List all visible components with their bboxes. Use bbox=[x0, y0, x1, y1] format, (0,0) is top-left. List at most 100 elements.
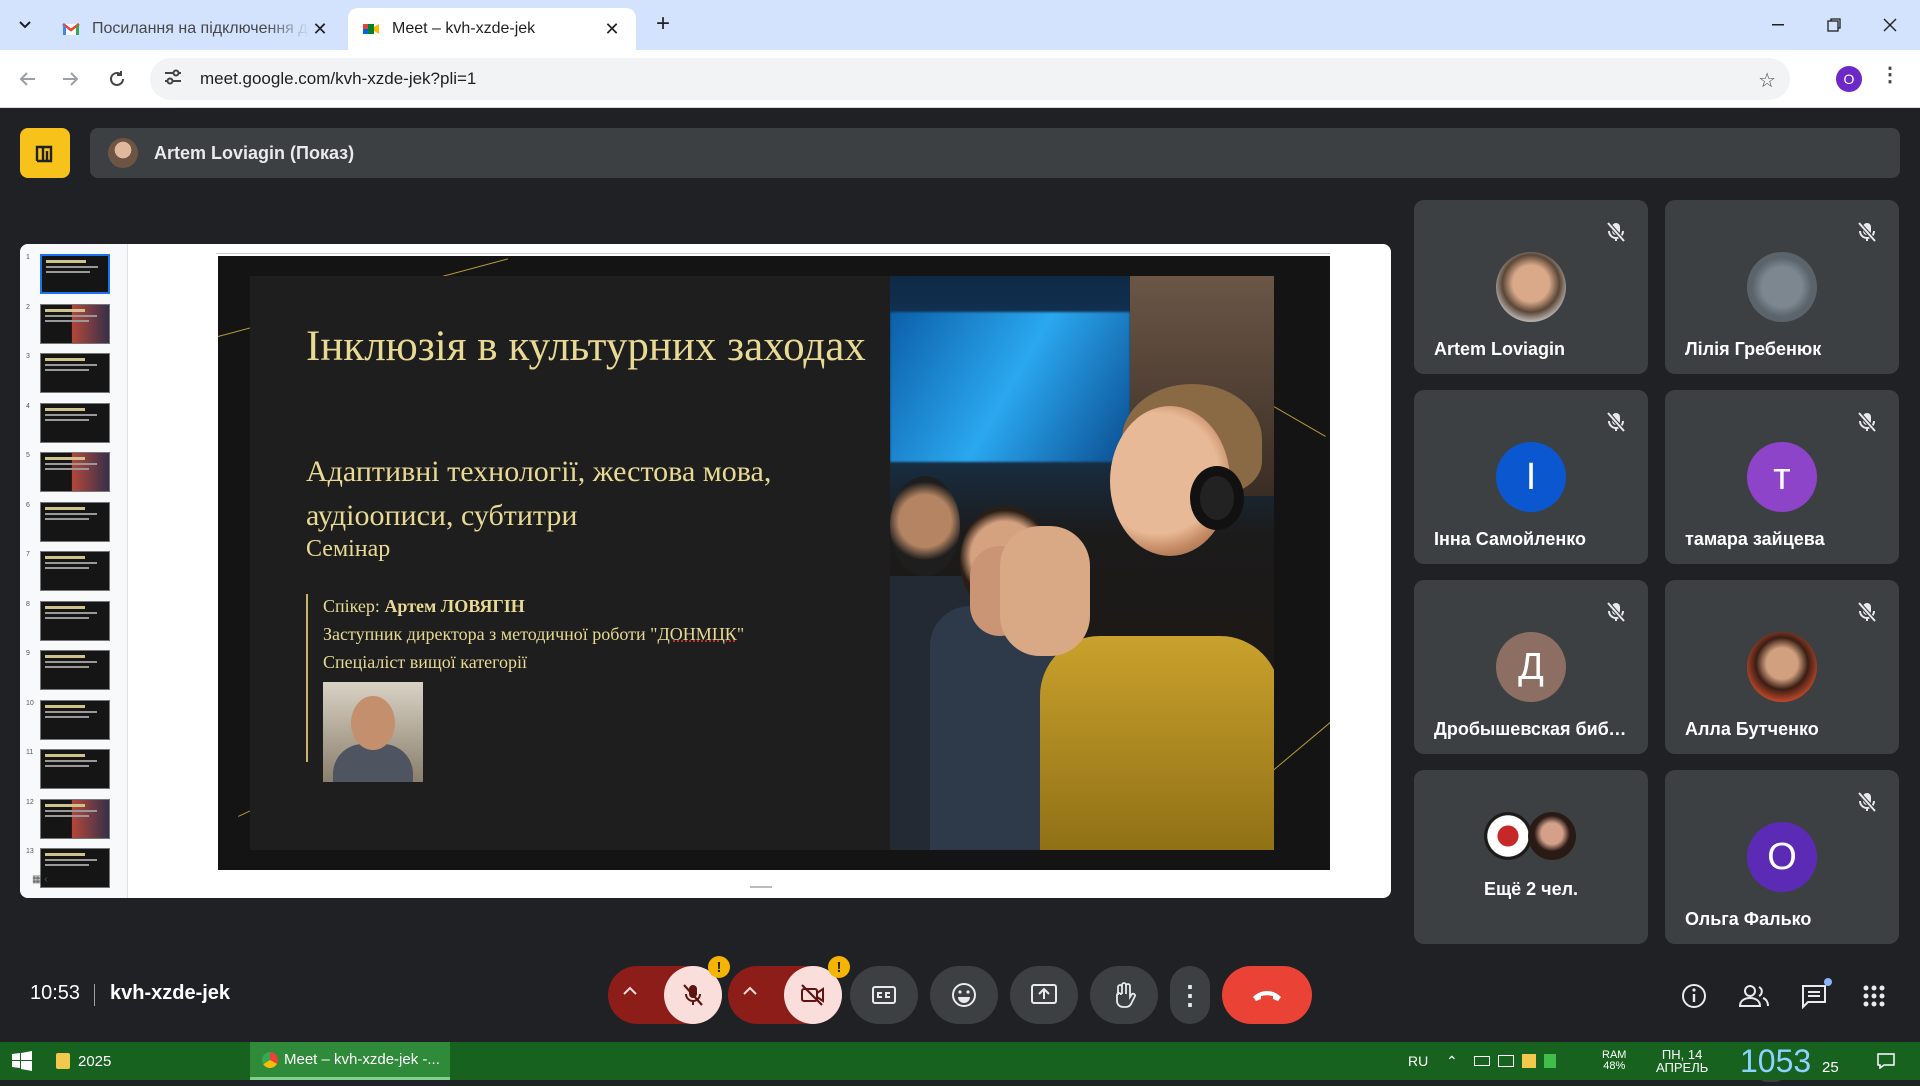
mic-options-chevron-icon[interactable] bbox=[622, 983, 638, 1001]
present-button[interactable] bbox=[1010, 966, 1078, 1024]
participant-tile[interactable]: т тамара зайцева bbox=[1665, 390, 1899, 564]
grid-view-icon[interactable]: ▦ ‹ bbox=[32, 874, 48, 885]
meeting-details-button[interactable] bbox=[1674, 976, 1714, 1016]
reload-button[interactable] bbox=[102, 64, 132, 94]
participant-tile[interactable]: Artem Loviagin bbox=[1414, 200, 1648, 374]
slide-thumbnail[interactable] bbox=[40, 848, 110, 888]
captions-icon bbox=[871, 985, 897, 1005]
restore-button[interactable] bbox=[1812, 8, 1856, 42]
participant-tile[interactable]: Алла Бутченко bbox=[1665, 580, 1899, 754]
participant-tile[interactable]: Ещё 2 чел. bbox=[1414, 770, 1648, 944]
mic-off-icon bbox=[1604, 410, 1628, 434]
apps-grid-icon bbox=[1862, 984, 1886, 1008]
tray-icons[interactable] bbox=[1474, 1042, 1556, 1080]
language-indicator[interactable]: RU bbox=[1408, 1042, 1428, 1080]
slide-thumbnail[interactable] bbox=[40, 254, 110, 294]
participant-name: Artem Loviagin bbox=[1434, 339, 1565, 360]
slide-thumbnail[interactable] bbox=[40, 403, 110, 443]
meet-icon bbox=[362, 20, 380, 38]
camera-options-chevron-icon[interactable] bbox=[742, 983, 758, 1001]
participant-initial: т bbox=[1747, 442, 1817, 512]
meeting-time: 10:53 bbox=[30, 982, 80, 1005]
resize-handle[interactable] bbox=[750, 886, 772, 888]
slide-thumbnail[interactable] bbox=[40, 650, 110, 690]
browser-menu-icon[interactable]: ⋮ bbox=[1880, 62, 1900, 92]
thumbnail-number: 10 bbox=[26, 700, 34, 707]
thumbnail-number: 4 bbox=[26, 403, 30, 410]
captions-button[interactable] bbox=[850, 966, 918, 1024]
slides-icon bbox=[32, 140, 58, 166]
close-icon bbox=[1883, 18, 1897, 32]
clock-big[interactable]: 1053 bbox=[1740, 1042, 1811, 1080]
back-button[interactable] bbox=[12, 64, 42, 94]
tray-chevron-icon[interactable]: ⌃ bbox=[1446, 1042, 1458, 1080]
battery-icon bbox=[1474, 1056, 1490, 1066]
ram-value: 48% bbox=[1603, 1061, 1625, 1072]
slide-thumbnail[interactable] bbox=[40, 502, 110, 542]
app-tray-icon-2 bbox=[1544, 1054, 1556, 1068]
close-tab-icon[interactable]: ✕ bbox=[310, 19, 330, 40]
thumbnail-number: 11 bbox=[26, 749, 33, 756]
minimize-button[interactable] bbox=[1756, 8, 1800, 42]
participant-tile[interactable]: Д Дробышевская библ... bbox=[1414, 580, 1648, 754]
slide-thumbnail[interactable] bbox=[40, 601, 110, 641]
close-tab-icon[interactable]: ✕ bbox=[602, 19, 622, 40]
mic-warning-icon: ! bbox=[708, 956, 730, 978]
close-window-button[interactable] bbox=[1868, 8, 1912, 42]
participant-tile[interactable]: Лілія Гребенюк bbox=[1665, 200, 1899, 374]
slide-thumbnail[interactable] bbox=[40, 749, 110, 789]
new-tab-button[interactable]: + bbox=[650, 12, 676, 38]
people-button[interactable] bbox=[1734, 976, 1774, 1016]
tab-gmail[interactable]: Посилання на підключення до ✕ bbox=[48, 8, 344, 50]
info-icon bbox=[1680, 982, 1708, 1010]
profile-avatar[interactable]: O bbox=[1836, 66, 1862, 92]
reactions-button[interactable] bbox=[930, 966, 998, 1024]
participant-name: Лілія Гребенюк bbox=[1685, 339, 1821, 360]
slide-thumbnail[interactable] bbox=[40, 700, 110, 740]
reload-icon bbox=[108, 70, 126, 88]
windows-icon bbox=[12, 1051, 32, 1071]
participant-initial: Д bbox=[1496, 632, 1566, 702]
site-settings-icon[interactable] bbox=[164, 69, 184, 89]
slide-speaker: Спікер: Артем ЛОВЯГІН Заступник директор… bbox=[323, 592, 744, 676]
slide-thumbnail[interactable] bbox=[40, 799, 110, 839]
slide-thumbnail[interactable] bbox=[40, 452, 110, 492]
tab-meet[interactable]: Meet – kvh-xzde-jek ✕ bbox=[348, 8, 636, 50]
speaker-category: Спеціаліст вищої категорії bbox=[323, 648, 744, 676]
mic-off-icon bbox=[1855, 220, 1879, 244]
speaker-photo bbox=[323, 682, 423, 782]
address-bar[interactable]: meet.google.com/kvh-xzde-jek?pli=1 ☆ bbox=[150, 58, 1790, 100]
date-display[interactable]: ПН, 14 АПРЕЛЬ bbox=[1656, 1042, 1708, 1080]
slide-thumbnail[interactable] bbox=[40, 304, 110, 344]
mic-toggle-button[interactable]: ! bbox=[664, 966, 722, 1024]
ram-indicator: RAM 48% bbox=[1602, 1042, 1626, 1080]
slide-thumbnail[interactable] bbox=[40, 551, 110, 591]
url-text: meet.google.com/kvh-xzde-jek?pli=1 bbox=[200, 69, 476, 89]
more-options-button[interactable]: ⋮ bbox=[1170, 966, 1210, 1024]
slide-thumbnail[interactable] bbox=[40, 353, 110, 393]
emoji-icon bbox=[951, 982, 977, 1008]
speaker-name: Артем ЛОВЯГІН bbox=[384, 596, 524, 616]
participant-avatar bbox=[1747, 252, 1817, 322]
taskbar-folder[interactable]: 2025 bbox=[56, 1042, 246, 1080]
tab-search-button[interactable] bbox=[10, 10, 40, 40]
activities-logo[interactable] bbox=[20, 128, 70, 178]
date-month: АПРЕЛЬ bbox=[1656, 1061, 1708, 1074]
taskbar-folder-label: 2025 bbox=[78, 1053, 111, 1070]
participant-tile[interactable]: О Ольга Фалько bbox=[1665, 770, 1899, 944]
leave-call-button[interactable] bbox=[1222, 966, 1312, 1024]
start-button[interactable] bbox=[0, 1042, 44, 1080]
participant-tile[interactable]: І Інна Самойленко bbox=[1414, 390, 1648, 564]
thumbnail-number: 2 bbox=[26, 304, 30, 311]
mic-off-icon bbox=[1604, 220, 1628, 244]
chat-button[interactable] bbox=[1794, 976, 1834, 1016]
forward-button[interactable] bbox=[56, 64, 86, 94]
taskbar-chrome[interactable]: Meet – kvh-xzde-jek -... bbox=[250, 1042, 450, 1080]
camera-toggle-button[interactable]: ! bbox=[784, 966, 842, 1024]
raise-hand-button[interactable] bbox=[1090, 966, 1158, 1024]
notifications-button[interactable] bbox=[1868, 1042, 1904, 1080]
participant-name: тамара зайцева bbox=[1685, 529, 1825, 550]
activities-button[interactable] bbox=[1854, 976, 1894, 1016]
bookmark-star-icon[interactable]: ☆ bbox=[1758, 68, 1776, 93]
chevron-down-icon bbox=[19, 21, 31, 29]
